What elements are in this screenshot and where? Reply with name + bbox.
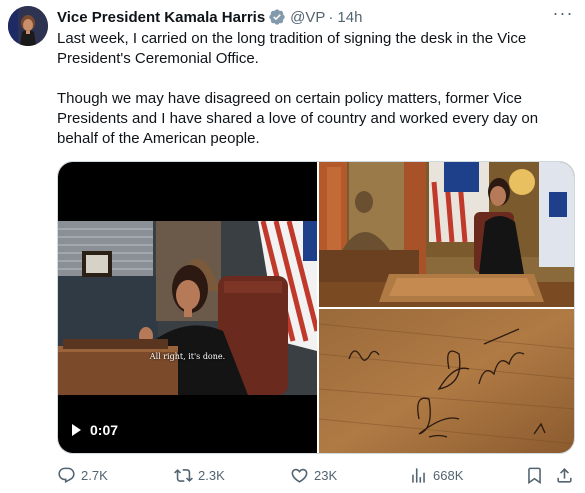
photo-desk-signatures[interactable]	[319, 309, 574, 453]
verified-badge-icon[interactable]	[268, 8, 286, 26]
tweet-text: Last week, I carried on the long traditi…	[57, 29, 577, 149]
bookmark-icon[interactable]	[525, 466, 544, 485]
share-button[interactable]	[555, 463, 579, 487]
like-count: 23K	[314, 467, 338, 483]
author-name[interactable]: Vice President Kamala Harris	[57, 9, 265, 26]
reply-icon[interactable]	[57, 466, 76, 485]
media-grid: All right, it's done. 0:07	[57, 161, 575, 454]
views-count: 668K	[433, 467, 464, 483]
views-button[interactable]: 668K	[409, 463, 463, 487]
author-avatar[interactable]	[8, 6, 48, 46]
tweet-header: Vice President Kamala Harris @VP · 14h	[57, 7, 362, 27]
repost-count: 2.3K	[198, 467, 225, 483]
like-button[interactable]: 23K	[290, 463, 337, 487]
action-bar: 2.7K 2.3K 23K 668K	[57, 463, 575, 487]
video-frame[interactable]	[58, 221, 317, 395]
separator-dot: ·	[328, 8, 334, 26]
tweet-paragraph-2: Though we may have disagreed on certain …	[57, 90, 539, 147]
repost-button[interactable]: 2.3K	[174, 463, 225, 487]
tweet-paragraph-1: Last week, I carried on the long traditi…	[57, 30, 527, 67]
photo-desk-signing[interactable]	[319, 162, 574, 307]
timestamp[interactable]: 14h	[337, 9, 362, 26]
reply-button[interactable]: 2.7K	[57, 463, 108, 487]
author-handle[interactable]: @VP	[290, 9, 325, 26]
video-player[interactable]: All right, it's done. 0:07	[58, 162, 317, 453]
play-icon[interactable]	[72, 424, 81, 436]
repost-icon[interactable]	[174, 466, 193, 485]
video-caption: All right, it's done.	[149, 352, 226, 361]
bookmark-button[interactable]	[525, 463, 549, 487]
tweet[interactable]: Vice President Kamala Harris @VP · 14h ·…	[0, 0, 585, 493]
share-icon[interactable]	[555, 466, 574, 485]
analytics-icon[interactable]	[409, 466, 428, 485]
heart-icon[interactable]	[290, 466, 309, 485]
video-duration: 0:07	[90, 422, 119, 438]
more-options-icon[interactable]: ···	[551, 4, 575, 26]
reply-count: 2.7K	[81, 467, 108, 483]
video-play-control[interactable]: 0:07	[72, 422, 118, 438]
